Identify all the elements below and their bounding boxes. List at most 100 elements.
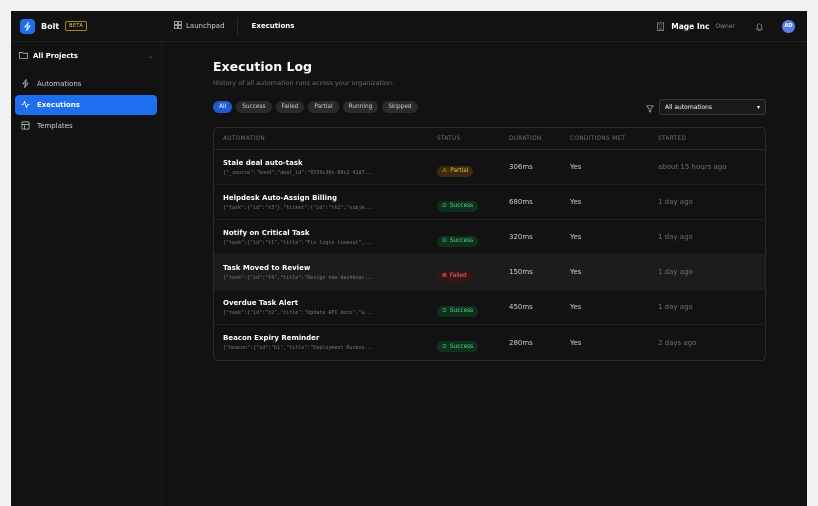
- brand[interactable]: Bolt BETA: [11, 18, 162, 34]
- automation-name: Overdue Task Alert: [223, 298, 299, 307]
- automation-name: Beacon Expiry Reminder: [223, 334, 320, 342]
- conditions-met: Yes: [570, 198, 582, 206]
- trigger-payload: {"task":{"id":"t3"},"ticket":{"id":"tk1"…: [223, 204, 374, 211]
- org-role: Owner: [715, 22, 735, 30]
- table-row[interactable]: Helpdesk Auto-Assign Billing {"task":{"id…: [214, 185, 765, 220]
- automation-select[interactable]: All automations ▾: [659, 99, 766, 115]
- top-right-controls: Mage Inc Owner AD: [656, 19, 807, 33]
- brand-name: Bolt: [41, 21, 60, 31]
- trigger-payload: {"beacon":{"id":"b1","title":"Deployment…: [223, 345, 374, 351]
- bolt-logo-icon: [20, 18, 35, 34]
- warning-icon: ⚠: [442, 168, 448, 175]
- column-header-conditions[interactable]: CONDITIONS MET: [570, 136, 658, 142]
- sidebar-item-label: Executions: [37, 101, 80, 109]
- status-badge: ⊗ Failed: [437, 270, 472, 282]
- building-icon: [656, 22, 665, 31]
- status-badge: ⊙ Success: [437, 235, 479, 247]
- conditions-met: Yes: [570, 268, 582, 276]
- automation-name: Helpdesk Auto-Assign Billing: [223, 193, 338, 202]
- filter-chip-failed[interactable]: Failed: [275, 101, 305, 113]
- project-label: All Projects: [33, 52, 78, 60]
- filter-chip-skipped[interactable]: Skipped: [382, 101, 418, 113]
- conditions-met: Yes: [570, 233, 582, 241]
- filter-chip-running[interactable]: Running: [342, 101, 379, 113]
- chevron-down-icon: ▾: [756, 103, 760, 111]
- table-header: AUTOMATION STATUS DURATION CONDITIONS ME…: [214, 128, 765, 150]
- automation-select-value: All automations: [665, 103, 712, 111]
- trigger-payload: {"task":{"id":"t4","title":"Design new d…: [223, 274, 374, 281]
- status-badge: ⊙ Success: [437, 341, 479, 353]
- conditions-met: Yes: [570, 303, 582, 311]
- automation-name: Task Moved to Review: [223, 263, 311, 272]
- column-header-started[interactable]: STARTED: [658, 136, 765, 142]
- org-switcher[interactable]: Mage Inc: [671, 22, 709, 31]
- column-header-duration[interactable]: DURATION: [509, 136, 570, 142]
- sidebar: All Projects ⌄ Automations Executions Te…: [11, 42, 162, 506]
- activity-icon: [21, 100, 30, 111]
- column-header-status[interactable]: STATUS: [437, 136, 509, 142]
- table-row[interactable]: Overdue Task Alert {"task":{"id":"t2","ti…: [214, 290, 765, 325]
- started-at: 1 day ago: [658, 233, 693, 241]
- bolt-icon: [21, 78, 30, 90]
- filter-bar: All Success Failed Partial Running Skipp…: [213, 98, 766, 117]
- check-circle-icon: ⊙: [442, 203, 447, 210]
- started-at: 1 day ago: [658, 268, 693, 276]
- top-bar: Bolt BETA Launchpad Executions Mage Inc …: [11, 11, 807, 42]
- x-circle-icon: ⊗: [442, 273, 447, 280]
- sidebar-item-label: Templates: [37, 122, 73, 130]
- app-window: Bolt BETA Launchpad Executions Mage Inc …: [11, 11, 807, 506]
- table-row[interactable]: Stale deal auto-task {"_source":"bond","d…: [214, 150, 765, 185]
- started-at: 1 day ago: [658, 198, 693, 206]
- duration: 150ms: [509, 268, 533, 276]
- duration: 450ms: [509, 303, 533, 311]
- status-badge: ⊙ Success: [437, 305, 479, 317]
- executions-table: AUTOMATION STATUS DURATION CONDITIONS ME…: [213, 127, 766, 361]
- status-badge: ⊙ Success: [437, 200, 479, 212]
- filter-right: All automations ▾: [646, 98, 766, 117]
- folder-icon: [19, 51, 28, 61]
- launchpad-link[interactable]: Launchpad: [174, 17, 238, 35]
- column-header-automation[interactable]: AUTOMATION: [214, 136, 437, 142]
- check-circle-icon: ⊙: [442, 238, 447, 245]
- duration: 680ms: [509, 198, 533, 206]
- main-content: Execution Log History of all automation …: [162, 42, 807, 506]
- duration: 280ms: [509, 338, 533, 347]
- started-at: about 15 hours ago: [658, 163, 727, 171]
- sidebar-item-label: Automations: [37, 80, 82, 88]
- top-nav: Launchpad Executions: [162, 11, 294, 41]
- check-circle-icon: ⊙: [442, 308, 447, 315]
- page-subtitle: History of all automation runs across yo…: [213, 79, 395, 87]
- table-row[interactable]: Notify on Critical Task {"task":{"id":"t1…: [214, 220, 765, 255]
- sidebar-item-templates[interactable]: Templates: [15, 116, 157, 136]
- filter-chip-all[interactable]: All: [213, 101, 233, 113]
- filter-chip-partial[interactable]: Partial: [308, 101, 339, 113]
- page-title: Execution Log: [213, 59, 312, 74]
- chevron-down-icon: ⌄: [147, 52, 153, 60]
- beta-badge: BETA: [65, 21, 88, 31]
- sidebar-item-automations[interactable]: Automations: [15, 74, 157, 94]
- avatar[interactable]: AD: [782, 19, 795, 33]
- table-row[interactable]: Beacon Expiry Reminder {"beacon":{"id":"b…: [214, 325, 765, 360]
- funnel-icon: [646, 98, 654, 117]
- trigger-payload: {"task":{"id":"t1","title":"Fix login ti…: [223, 239, 374, 246]
- project-switcher[interactable]: All Projects ⌄: [15, 47, 157, 65]
- automation-name: Notify on Critical Task: [223, 228, 310, 237]
- filter-chip-success[interactable]: Success: [236, 101, 272, 113]
- breadcrumb-current: Executions: [251, 22, 295, 30]
- template-icon: [21, 121, 30, 132]
- sidebar-item-executions[interactable]: Executions: [15, 95, 157, 115]
- launchpad-label: Launchpad: [186, 22, 225, 30]
- duration: 306ms: [509, 163, 533, 171]
- table-row[interactable]: Task Moved to Review {"task":{"id":"t4","…: [214, 255, 765, 290]
- trigger-payload: {"_source":"bond","deal_id":"6559c30c-88…: [223, 169, 374, 176]
- trigger-payload: {"task":{"id":"t2","title":"Update API d…: [223, 309, 374, 316]
- automation-name: Stale deal auto-task: [223, 158, 303, 167]
- status-badge: ⚠ Partial: [437, 165, 474, 177]
- started-at: 2 days ago: [658, 338, 697, 347]
- conditions-met: Yes: [570, 338, 582, 347]
- started-at: 1 day ago: [658, 303, 693, 311]
- duration: 320ms: [509, 233, 533, 241]
- bell-icon[interactable]: [755, 22, 764, 31]
- conditions-met: Yes: [570, 163, 582, 171]
- check-circle-icon: ⊙: [442, 343, 447, 350]
